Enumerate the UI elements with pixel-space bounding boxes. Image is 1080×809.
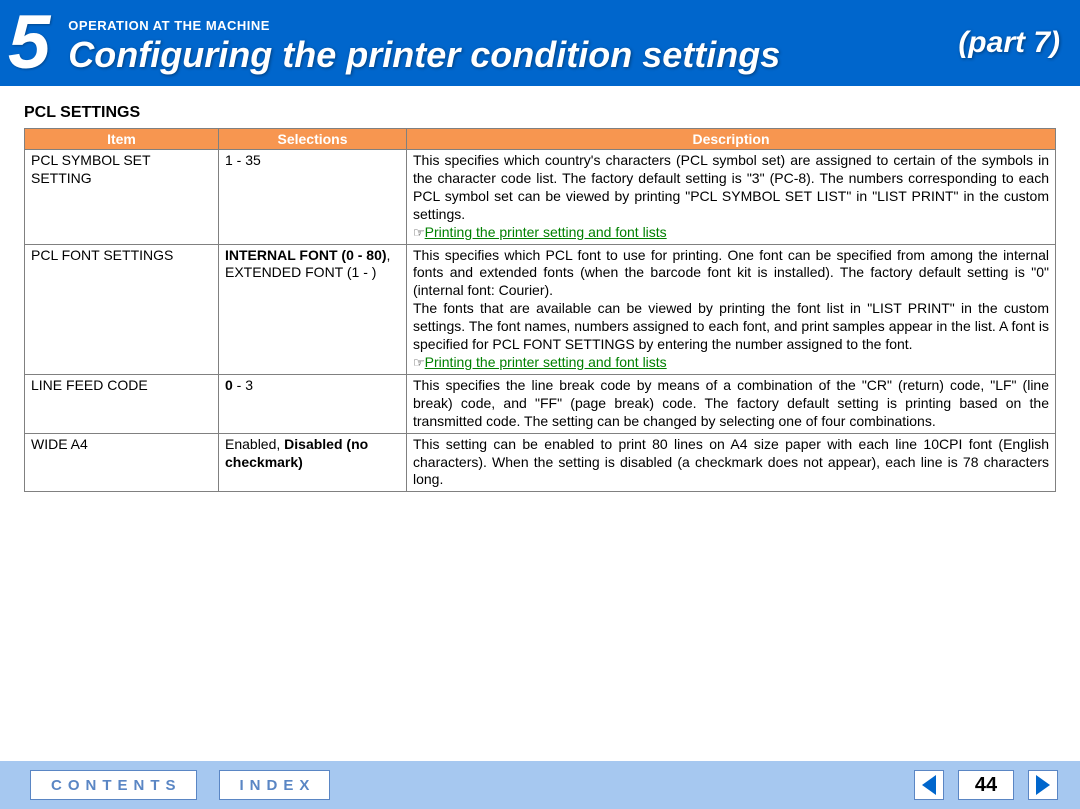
cell-item: PCL FONT SETTINGS (25, 244, 219, 374)
cell-item: PCL SYMBOL SET SETTING (25, 150, 219, 245)
arrow-left-icon (922, 775, 936, 795)
cell-description: This specifies which country's character… (407, 150, 1056, 245)
sel-plain: Enabled, (225, 436, 284, 452)
pointer-icon: ☞ (413, 225, 425, 240)
cell-selections: INTERNAL FONT (0 - 80), EXTENDED FONT (1… (219, 244, 407, 374)
table-row: PCL FONT SETTINGS INTERNAL FONT (0 - 80)… (25, 244, 1056, 374)
desc-text-p1: This specifies which PCL font to use for… (413, 247, 1049, 299)
next-page-button[interactable] (1028, 770, 1058, 800)
header-text: OPERATION AT THE MACHINE Configuring the… (68, 10, 958, 76)
content-area: PCL SETTINGS Item Selections Description… (0, 86, 1080, 492)
page-header: 5 OPERATION AT THE MACHINE Configuring t… (0, 0, 1080, 86)
cell-description: This setting can be enabled to print 80 … (407, 433, 1056, 492)
table-row: WIDE A4 Enabled, Disabled (no checkmark)… (25, 433, 1056, 492)
pointer-icon: ☞ (413, 355, 425, 370)
sel-bold: INTERNAL FONT (0 - 80) (225, 247, 387, 263)
super-title: OPERATION AT THE MACHINE (68, 18, 958, 33)
cell-selections: 0 - 3 (219, 374, 407, 433)
sel-rest: - 3 (233, 377, 253, 393)
section-heading: PCL SETTINGS (24, 104, 1056, 122)
cell-selections: 1 - 35 (219, 150, 407, 245)
part-label: (part 7) (958, 26, 1080, 60)
chapter-number: 5 (0, 5, 68, 81)
col-description: Description (407, 129, 1056, 150)
footer-right: 44 (914, 770, 1080, 800)
cell-description: This specifies the line break code by me… (407, 374, 1056, 433)
desc-text-p2: The fonts that are available can be view… (413, 300, 1049, 352)
settings-table: Item Selections Description PCL SYMBOL S… (24, 128, 1056, 492)
sel-bold: 0 (225, 377, 233, 393)
cell-item: LINE FEED CODE (25, 374, 219, 433)
col-selections: Selections (219, 129, 407, 150)
page-title: Configuring the printer condition settin… (68, 33, 958, 76)
table-head-row: Item Selections Description (25, 129, 1056, 150)
table-row: PCL SYMBOL SET SETTING 1 - 35 This speci… (25, 150, 1056, 245)
link-printing-lists[interactable]: Printing the printer setting and font li… (425, 354, 667, 370)
arrow-right-icon (1036, 775, 1050, 795)
desc-text: This specifies which country's character… (413, 152, 1049, 222)
col-item: Item (25, 129, 219, 150)
contents-button[interactable]: CONTENTS (30, 770, 197, 800)
link-printing-lists[interactable]: Printing the printer setting and font li… (425, 224, 667, 240)
page-number: 44 (958, 770, 1014, 800)
index-button[interactable]: INDEX (219, 770, 331, 800)
cell-item: WIDE A4 (25, 433, 219, 492)
footer-bar: CONTENTS INDEX 44 (0, 761, 1080, 809)
table-row: LINE FEED CODE 0 - 3 This specifies the … (25, 374, 1056, 433)
cell-selections: Enabled, Disabled (no checkmark) (219, 433, 407, 492)
prev-page-button[interactable] (914, 770, 944, 800)
cell-description: This specifies which PCL font to use for… (407, 244, 1056, 374)
